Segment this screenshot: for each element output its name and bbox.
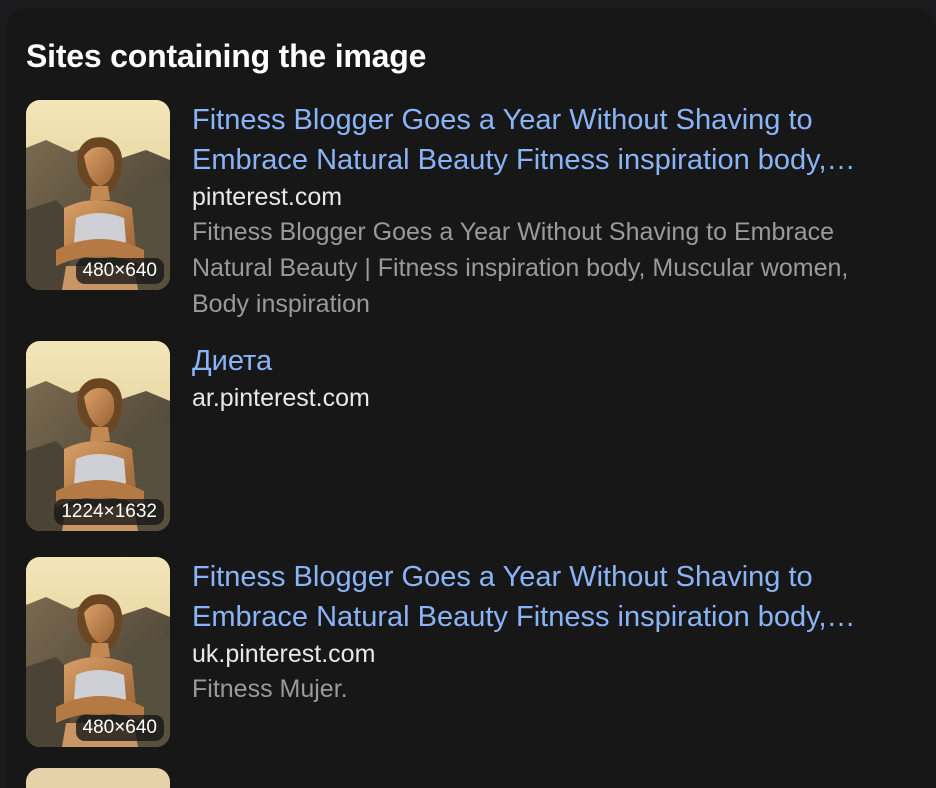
image-dimensions-badge: 480×640: [75, 258, 164, 284]
result-thumbnail[interactable]: 480×640: [26, 557, 170, 747]
image-dimensions-badge: 480×640: [75, 715, 164, 741]
result-title-link[interactable]: Fitness Blogger Goes a Year Without Shav…: [192, 100, 882, 180]
result-title-link[interactable]: Fitness Blogger Goes a Year Without Shav…: [192, 557, 882, 637]
result-site[interactable]: uk.pinterest.com: [192, 637, 882, 671]
result-snippet: Fitness Mujer.: [192, 675, 348, 703]
result-title-link[interactable]: Диета: [192, 341, 882, 381]
result-thumbnail[interactable]: 1224×1632: [26, 341, 170, 531]
result-site[interactable]: ar.pinterest.com: [192, 381, 882, 415]
result-snippet: Fitness Blogger Goes a Year Without Shav…: [192, 218, 849, 318]
result-thumbnail[interactable]: 480×640: [26, 100, 170, 290]
image-dimensions-badge: 1224×1632: [54, 499, 164, 525]
section-title: Sites containing the image: [26, 38, 427, 74]
result-site[interactable]: pinterest.com: [192, 180, 882, 214]
next-result-thumbnail-peek[interactable]: [26, 768, 170, 788]
